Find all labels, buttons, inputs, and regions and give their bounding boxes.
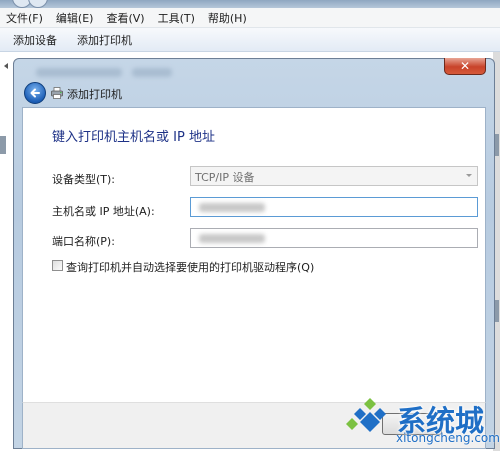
blurred-window-title (132, 68, 172, 77)
command-bar: 添加设备 添加打印机 (0, 28, 500, 52)
menu-view[interactable]: 查看(V) (106, 10, 144, 26)
hostname-label: 主机名或 IP 地址(A): (52, 205, 155, 218)
back-arrow-icon (30, 88, 40, 98)
redacted-port-value (199, 234, 265, 243)
dialog-close-button[interactable]: ✕ (444, 58, 486, 75)
hostname-input[interactable] (190, 197, 478, 217)
back-button[interactable] (24, 82, 46, 104)
device-type-select[interactable]: TCP/IP 设备 (190, 166, 478, 186)
device-type-label: 设备类型(T): (52, 173, 116, 186)
menu-help[interactable]: 帮助(H) (208, 10, 247, 26)
dialog-title: 添加打印机 (67, 88, 122, 101)
port-name-label: 端口名称(P): (52, 235, 115, 248)
blurred-window-title (36, 68, 122, 77)
chevron-down-icon (466, 174, 472, 177)
device-type-value: TCP/IP 设备 (195, 171, 255, 184)
menu-tools[interactable]: 工具(T) (158, 10, 195, 26)
page-heading: 键入打印机主机名或 IP 地址 (52, 130, 215, 145)
query-driver-checkbox[interactable] (52, 260, 63, 271)
watermark-logo-icon (346, 398, 386, 432)
query-driver-label[interactable]: 查询打印机并自动选择要使用的打印机驱动程序(Q) (66, 259, 314, 275)
port-name-input[interactable] (190, 228, 478, 248)
watermark-url: xitongcheng.com (396, 431, 500, 445)
dialog-nav-bar: 添加打印机 (18, 80, 490, 107)
redacted-hostname-value (199, 203, 265, 212)
menu-edit[interactable]: 编辑(E) (56, 10, 94, 26)
close-icon: ✕ (459, 59, 471, 73)
menu-file[interactable]: 文件(F) (6, 10, 43, 26)
menu-bar: 文件(F) 编辑(E) 查看(V) 工具(T) 帮助(H) (0, 8, 500, 28)
dialog-body (22, 107, 486, 402)
printer-icon (51, 87, 63, 99)
window-orb (28, 0, 48, 8)
left-scrollbar-thumb[interactable] (0, 136, 6, 154)
window-top-frame (0, 0, 500, 8)
add-device-button[interactable]: 添加设备 (13, 32, 57, 48)
add-printer-button[interactable]: 添加打印机 (77, 32, 132, 48)
collapse-arrow-icon[interactable] (4, 63, 8, 69)
